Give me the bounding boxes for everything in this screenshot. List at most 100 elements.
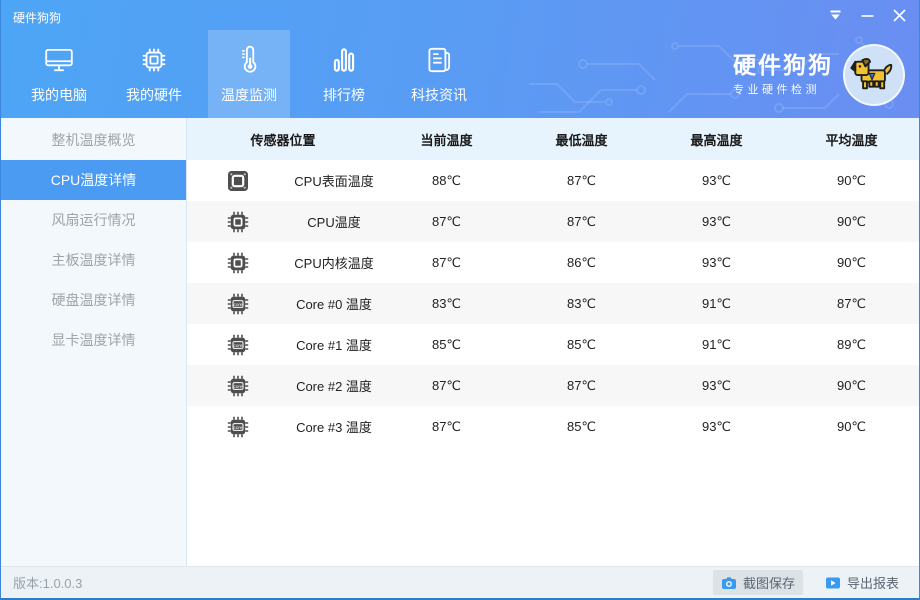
sensor-name: Core #2 温度 [296,379,372,394]
avg-temp: 90℃ [836,418,867,434]
screenshot-save-label: 截图保存 [742,576,795,591]
export-report-button[interactable]: 导出报表 [817,570,907,595]
table-row: CPU表面温度 88℃ 87℃ 93℃ 90℃ [187,160,919,201]
column-header-avg: 平均温度 [825,132,878,148]
max-temp: 91℃ [701,336,732,352]
camera-icon [721,575,737,591]
dog-logo [843,44,905,106]
sensor-name: CPU表面温度 [294,174,374,189]
main-nav: 我的电脑 我的硬件 温度监测 排行榜 科技资讯 [18,30,480,118]
computer-icon [43,44,75,76]
content-area: 整机温度概览 CPU温度详情 风扇运行情况 主板温度详情 硬盘温度详情 显卡温度详情 传感… [1,118,919,568]
tab-label: 排行榜 [323,86,365,103]
current-temp: 87℃ [431,418,462,434]
chip-icon [138,44,170,76]
news-icon [423,44,455,76]
tab-my-computer[interactable]: 我的电脑 [18,30,100,118]
window-title: 硬件狗狗 [13,11,62,25]
max-temp: 93℃ [701,418,732,434]
app-window: 硬件狗狗 我的电脑 我的硬件 温度监测 排行榜 科技资讯 硬件狗狗 专业硬件检测… [0,0,920,600]
svg-text:core: core [234,383,243,388]
tab-my-hardware[interactable]: 我的硬件 [113,30,195,118]
cpu-core-icon: core [187,373,289,399]
sidebar-item[interactable]: 硬盘温度详情 [1,280,186,320]
title-bar[interactable]: 硬件狗狗 [1,0,919,30]
column-header-max: 最高温度 [690,132,743,148]
current-temp: 88℃ [431,172,462,188]
tab-rankings[interactable]: 排行榜 [303,30,385,118]
sidebar-item[interactable]: 主板温度详情 [1,240,186,280]
avg-temp: 87℃ [836,295,867,311]
column-header-current: 当前温度 [420,132,473,148]
cpu-core-icon: core [187,414,289,440]
cpu-chip-icon [187,250,289,276]
min-temp: 87℃ [566,213,597,229]
svg-text:core: core [234,424,243,429]
tab-label: 我的硬件 [126,86,182,103]
max-temp: 91℃ [701,295,732,311]
close-icon[interactable] [887,3,911,27]
tab-tech-news[interactable]: 科技资讯 [398,30,480,118]
sensor-name: Core #1 温度 [296,338,372,353]
sidebar-item[interactable]: 显卡温度详情 [1,320,186,360]
version-label: 版本:1.0.0.3 [13,576,83,591]
bar-chart-icon [328,44,360,76]
sensor-name: CPU内核温度 [294,256,374,271]
sensor-name: Core #0 温度 [296,297,372,312]
cpu-core-icon: core [187,332,289,358]
sensor-name: CPU温度 [307,215,361,230]
table-row: core Core #0 温度 83℃ 83℃ 91℃ 87℃ [187,283,919,324]
avg-temp: 90℃ [836,172,867,188]
min-temp: 83℃ [566,295,597,311]
table-row: core Core #2 温度 87℃ 87℃ 93℃ 90℃ [187,365,919,406]
max-temp: 93℃ [701,172,732,188]
tab-label: 科技资讯 [411,86,467,103]
app-header: 硬件狗狗 我的电脑 我的硬件 温度监测 排行榜 科技资讯 硬件狗狗 专业硬件检测 [1,0,919,118]
table-row: CPU温度 87℃ 87℃ 93℃ 90℃ [187,201,919,242]
min-temp: 87℃ [566,172,597,188]
brand-text: 硬件狗狗 专业硬件检测 [733,51,833,97]
tab-temperature-monitor[interactable]: 温度监测 [208,30,290,118]
table-row: CPU内核温度 87℃ 86℃ 93℃ 90℃ [187,242,919,283]
minimize-icon[interactable] [855,3,879,27]
table-body: CPU表面温度 88℃ 87℃ 93℃ 90℃ CPU温度 87℃ 87℃ 93℃ 90℃ CPU内… [187,160,919,447]
sidebar-item[interactable]: 整机温度概览 [1,120,186,160]
brand-name: 硬件狗狗 [733,51,833,78]
column-header-sensor: 传感器位置 [250,132,316,148]
sidebar-item[interactable]: CPU温度详情 [1,160,186,200]
temperature-table: 传感器位置 当前温度 最低温度 最高温度 平均温度 CPU表面温度 88℃ 87℃ 9… [187,118,919,568]
tab-label: 我的电脑 [31,86,87,103]
cpu-surface-icon [187,168,289,194]
table-row: core Core #1 温度 85℃ 85℃ 91℃ 89℃ [187,324,919,365]
thermometer-icon [233,44,265,76]
status-bar: 版本:1.0.0.3 截图保存 导出报表 [1,566,919,598]
min-temp: 87℃ [566,377,597,393]
window-controls [823,0,911,30]
avg-temp: 90℃ [836,254,867,270]
brand: 硬件狗狗 专业硬件检测 [733,44,905,106]
cpu-core-icon: core [187,291,289,317]
current-temp: 85℃ [431,336,462,352]
brand-tagline: 专业硬件检测 [733,84,820,97]
min-temp: 85℃ [566,418,597,434]
current-temp: 83℃ [431,295,462,311]
sensor-name: Core #3 温度 [296,420,372,435]
export-icon [825,575,841,591]
export-report-label: 导出报表 [846,576,899,591]
avg-temp: 90℃ [836,377,867,393]
table-header-row: 传感器位置 当前温度 最低温度 最高温度 平均温度 [187,118,919,160]
column-header-min: 最低温度 [555,132,608,148]
tab-label: 温度监测 [221,86,277,103]
max-temp: 93℃ [701,254,732,270]
screenshot-save-button[interactable]: 截图保存 [712,570,803,595]
min-temp: 85℃ [566,336,597,352]
menu-dropdown-icon[interactable] [823,3,847,27]
footer-actions: 截图保存 导出报表 [712,570,907,595]
table-row: core Core #3 温度 87℃ 85℃ 93℃ 90℃ [187,406,919,447]
current-temp: 87℃ [431,254,462,270]
sidebar-item[interactable]: 风扇运行情况 [1,200,186,240]
avg-temp: 90℃ [836,213,867,229]
cpu-chip-icon [187,209,289,235]
max-temp: 93℃ [701,377,732,393]
min-temp: 86℃ [566,254,597,270]
